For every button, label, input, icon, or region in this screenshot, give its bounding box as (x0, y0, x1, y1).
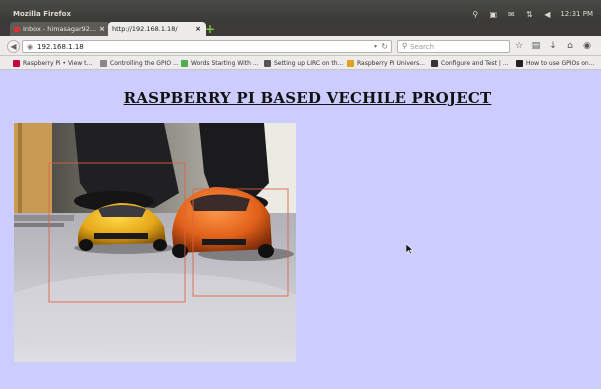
adafruit-icon (431, 59, 438, 67)
tool-icon (516, 59, 523, 67)
download-icon[interactable]: ↓ (548, 40, 558, 52)
input-method-icon[interactable]: ⇅ (524, 9, 534, 19)
document-icon (264, 59, 271, 67)
bookmark-label: Raspberry Pi • View t... (23, 59, 93, 67)
home-icon[interactable]: ⌂ (565, 40, 575, 52)
raspberry-icon (13, 59, 20, 67)
gmail-icon (14, 26, 20, 32)
bookmark-label: Raspberry Pi Univers... (357, 59, 425, 67)
search-icon: ⚲ (402, 42, 408, 50)
system-tray: ⚲ ▣ ✉ ⇅ ◀ 12:31 PM (470, 9, 593, 19)
bookmark-item[interactable]: Raspberry Pi Univers... (347, 58, 431, 68)
bookmark-item[interactable]: How to use GPIOs on... (516, 58, 598, 68)
close-icon[interactable]: × (195, 25, 201, 33)
page-icon (100, 59, 107, 67)
bookmark-label: Setting up LIRC on th... (274, 59, 344, 67)
chevron-down-icon[interactable]: ▾ (374, 43, 377, 50)
camera-frame (14, 123, 296, 362)
bookmark-item[interactable]: Setting up LIRC on th... (264, 58, 346, 68)
pocket-icon[interactable]: ◉ (582, 40, 592, 52)
tab-strip: Inbox - himasagar92... × http://192.168.… (0, 21, 601, 36)
globe-icon (181, 59, 188, 67)
new-tab-button[interactable]: + (204, 23, 216, 35)
bookmark-label: How to use GPIOs on... (526, 59, 595, 67)
url-text[interactable]: 192.168.1.18 (37, 43, 84, 51)
bookmark-item[interactable]: Configure and Test | ... (431, 58, 516, 68)
page-title: RASPBERRY PI BASED VECHILE PROJECT (123, 89, 492, 107)
bookmark-label: Configure and Test | ... (441, 59, 509, 67)
network-icon[interactable]: ▣ (488, 9, 498, 19)
back-button[interactable]: ◀ (7, 40, 20, 53)
globe-icon: ◉ (27, 43, 34, 51)
tab-current[interactable]: http://192.168.1.18/ × (108, 22, 206, 36)
url-bar[interactable]: ◉ 192.168.1.18 ▾ ↻ (22, 40, 392, 53)
bookmark-item[interactable]: Words Starting With ... (181, 58, 266, 68)
reload-icon[interactable]: ↻ (381, 42, 388, 51)
title-bar: Mozilla Firefox ⚲ ▣ ✉ ⇅ ◀ 12:31 PM (0, 0, 601, 21)
mail-icon[interactable]: ✉ (506, 9, 516, 19)
tab-label: Inbox - himasagar92... (23, 25, 97, 33)
window-title: Mozilla Firefox (13, 10, 71, 18)
bookmark-label: Words Starting With ... (191, 59, 259, 67)
bookmarks-toolbar: Raspberry Pi • View t... Controlling the… (0, 56, 601, 70)
page-content: RASPBERRY PI BASED VECHILE PROJECT (0, 70, 601, 389)
navigation-bar: ◀ ◉ 192.168.1.18 ▾ ↻ ⚲ Search ☆ ▤ ↓ ⌂ ◉ … (0, 36, 601, 56)
search-placeholder: Search (410, 43, 435, 51)
bookmark-item[interactable]: Raspberry Pi • View t... (13, 58, 100, 68)
search-input[interactable]: ⚲ Search (397, 40, 510, 53)
mouse-cursor-icon (406, 244, 414, 254)
star-icon[interactable]: ☆ (514, 40, 524, 52)
clock[interactable]: 12:31 PM (560, 10, 593, 18)
close-icon[interactable]: × (99, 25, 105, 33)
camera-feed-image (14, 123, 296, 362)
volume-icon[interactable]: ◀ (542, 9, 552, 19)
search-icon[interactable]: ⚲ (470, 9, 480, 19)
toolbar-icons: ☆ ▤ ↓ ⌂ ◉ ⋮ (514, 40, 601, 52)
bookmark-label: Controlling the GPIO ... (110, 59, 179, 67)
reading-list-icon[interactable]: ▤ (531, 40, 541, 52)
tab-inbox[interactable]: Inbox - himasagar92... × (10, 22, 110, 36)
folder-icon (347, 59, 354, 67)
tab-label: http://192.168.1.18/ (112, 25, 178, 33)
bookmark-item[interactable]: Controlling the GPIO ... (100, 58, 183, 68)
